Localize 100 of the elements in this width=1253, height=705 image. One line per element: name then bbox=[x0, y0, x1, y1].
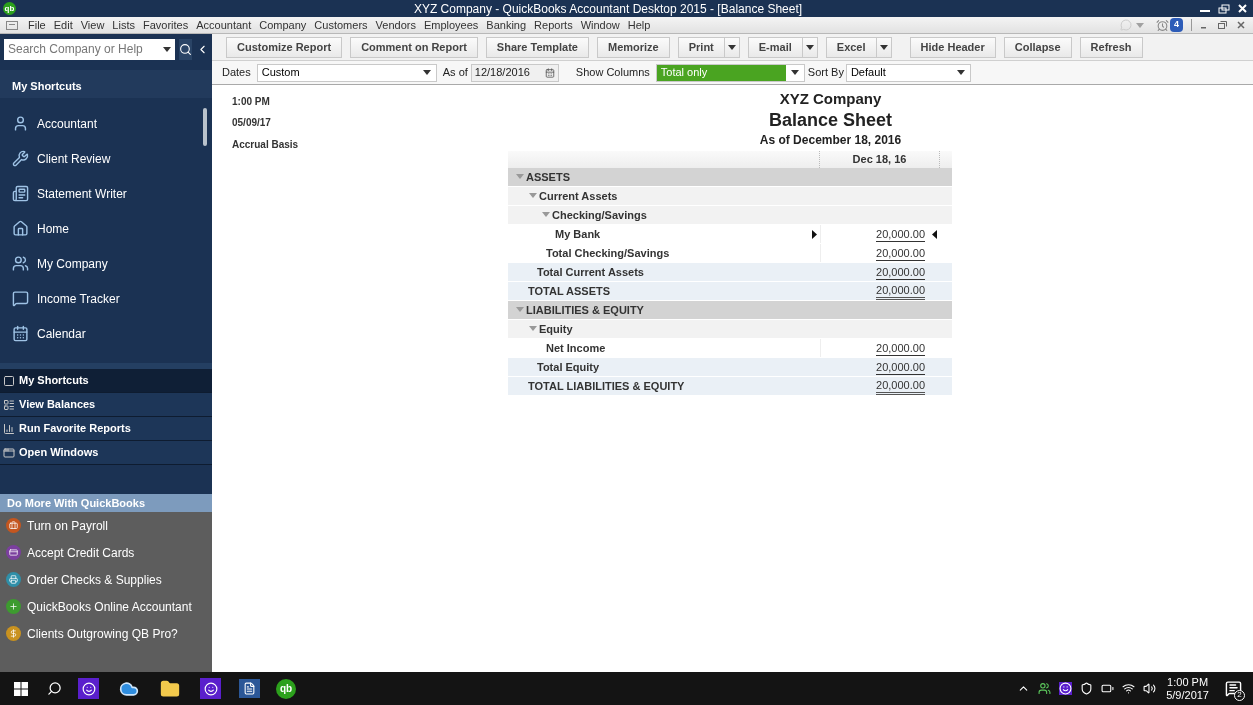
report-row[interactable]: Equity bbox=[508, 320, 952, 339]
shield-icon[interactable] bbox=[1080, 682, 1094, 695]
battery-icon[interactable] bbox=[1101, 682, 1115, 695]
expanded-triangle-icon[interactable] bbox=[529, 326, 537, 332]
menu-item[interactable]: Company bbox=[255, 16, 311, 34]
wifi-icon[interactable] bbox=[1122, 682, 1136, 695]
shortcut-item[interactable]: Calendar bbox=[0, 316, 203, 351]
report-row[interactable]: LIABILITIES & EQUITY bbox=[508, 301, 952, 320]
menu-item[interactable]: Employees bbox=[419, 16, 483, 34]
messenger-icon[interactable] bbox=[200, 678, 221, 699]
amount-cell: 20,000.00 bbox=[876, 245, 925, 261]
toolbar-button[interactable]: Share Template bbox=[485, 36, 589, 58]
show-columns-label: Show Columns bbox=[575, 65, 650, 81]
promo-item[interactable]: Order Checks & Supplies bbox=[0, 566, 212, 593]
expanded-triangle-icon[interactable] bbox=[529, 193, 537, 199]
menu-item[interactable]: Accountant bbox=[192, 16, 256, 34]
folder-icon[interactable] bbox=[160, 678, 180, 699]
system-menu-icon[interactable] bbox=[6, 20, 18, 30]
smiley-icon[interactable] bbox=[1059, 682, 1073, 695]
menu-item[interactable]: Favorites bbox=[139, 16, 193, 34]
row-label: Checking/Savings bbox=[552, 207, 648, 223]
shortcut-item[interactable]: My Company bbox=[0, 246, 203, 281]
menu-item[interactable]: Customers bbox=[310, 16, 372, 34]
caret-icon bbox=[727, 44, 736, 50]
as-of-label: As of bbox=[442, 65, 468, 81]
app-logo: qb bbox=[3, 2, 16, 15]
dates-dropdown[interactable]: Custom bbox=[256, 63, 437, 82]
pointer-left-icon bbox=[932, 229, 937, 239]
menu-item[interactable]: Reports bbox=[530, 16, 577, 34]
toolbar-button[interactable]: Refresh bbox=[1079, 36, 1143, 58]
toolbar-button[interactable]: E-mail bbox=[747, 36, 803, 58]
amount-cell: 20,000.00 bbox=[876, 359, 925, 375]
date-field[interactable]: 12/18/2016 bbox=[470, 63, 559, 82]
report-row[interactable]: ASSETS bbox=[508, 168, 952, 187]
shortcut-item[interactable]: Statement Writer bbox=[0, 176, 203, 211]
search-field[interactable]: Search Company or Help bbox=[4, 38, 175, 60]
row-label: ASSETS bbox=[526, 169, 571, 185]
clock-time[interactable]: 1:00 PM bbox=[1167, 675, 1209, 689]
clock-date[interactable]: 5/9/2017 bbox=[1166, 688, 1209, 702]
shortcut-item[interactable]: Income Tracker bbox=[0, 281, 203, 316]
caret-icon bbox=[422, 70, 431, 75]
toolbar-button[interactable]: Customize Report bbox=[226, 36, 343, 58]
expanded-triangle-icon[interactable] bbox=[542, 212, 550, 218]
toolbar-button[interactable]: Hide Header bbox=[909, 36, 996, 58]
toolbar-button[interactable]: Excel bbox=[825, 36, 877, 58]
report-row[interactable]: Total Equity 20,000.00 bbox=[508, 358, 952, 377]
menu-item[interactable]: Banking bbox=[482, 16, 531, 34]
document-icon[interactable] bbox=[239, 679, 260, 698]
shortcut-item[interactable]: Accountant bbox=[0, 106, 203, 141]
reminder-badge[interactable]: 4 bbox=[1170, 18, 1183, 32]
promo-item[interactable]: Accept Credit Cards bbox=[0, 539, 212, 566]
promo-item[interactable]: Turn on Payroll bbox=[0, 512, 212, 539]
report-row[interactable]: Total Current Assets 20,000.00 bbox=[508, 263, 952, 282]
notification-icon[interactable]: 2 bbox=[1225, 679, 1243, 698]
toolbar-button[interactable]: Collapse bbox=[1003, 36, 1072, 58]
toolbar-button[interactable]: Comment on Report bbox=[350, 36, 478, 58]
nav-tab[interactable]: My Shortcuts bbox=[0, 369, 212, 393]
people-icon[interactable] bbox=[1038, 682, 1052, 695]
promo-item[interactable]: Clients Outgrowing QB Pro? bbox=[0, 620, 212, 647]
report-row[interactable]: TOTAL LIABILITIES & EQUITY 20,000.00 bbox=[508, 377, 952, 396]
amount-cell: 20,000.00 bbox=[876, 226, 925, 242]
messenger-icon[interactable] bbox=[78, 678, 99, 699]
report-time: 1:00 PM bbox=[232, 95, 271, 109]
row-label: Net Income bbox=[546, 340, 607, 356]
nav-tab[interactable]: Open Windows bbox=[0, 441, 212, 465]
report-row[interactable]: Current Assets bbox=[508, 187, 952, 206]
menu-item[interactable]: View bbox=[76, 16, 109, 34]
menu-item[interactable]: Vendors bbox=[371, 16, 420, 34]
restore-icon[interactable] bbox=[1218, 3, 1230, 14]
shortcut-item[interactable]: Home bbox=[0, 211, 203, 246]
search-icon[interactable] bbox=[47, 681, 62, 696]
scrollbar-thumb[interactable] bbox=[203, 108, 207, 146]
menu-item[interactable]: Lists bbox=[108, 16, 139, 34]
dates-label: Dates bbox=[222, 65, 251, 81]
search-button[interactable] bbox=[179, 38, 192, 60]
menu-item[interactable]: Help bbox=[623, 16, 655, 34]
promo-item[interactable]: QuickBooks Online Accountant bbox=[0, 593, 212, 620]
sort-dropdown[interactable]: Default bbox=[845, 63, 971, 82]
menu-item[interactable]: Window bbox=[576, 16, 624, 34]
restore-icon[interactable] bbox=[1218, 21, 1227, 29]
toolbar-button[interactable]: Print bbox=[677, 36, 725, 58]
alarm-clock-icon[interactable] bbox=[1156, 18, 1169, 32]
calendar-icon[interactable] bbox=[544, 67, 555, 78]
report-title: Balance Sheet bbox=[767, 109, 893, 131]
nav-tab[interactable]: Run Favorite Reports bbox=[0, 417, 212, 441]
speaker-icon[interactable] bbox=[1143, 682, 1157, 695]
toolbar-button[interactable]: Memorize bbox=[596, 36, 670, 58]
caret-icon bbox=[1136, 22, 1144, 28]
shortcut-item[interactable]: Client Review bbox=[0, 141, 203, 176]
caret-icon bbox=[805, 44, 814, 50]
windows-start-icon[interactable] bbox=[14, 681, 28, 696]
report-row[interactable]: Checking/Savings bbox=[508, 206, 952, 225]
pointer-right-icon bbox=[812, 229, 817, 239]
menu-item[interactable]: Edit bbox=[49, 16, 77, 34]
menu-item[interactable]: File bbox=[24, 16, 50, 34]
report-row[interactable]: TOTAL ASSETS 20,000.00 bbox=[508, 282, 952, 301]
column-header: Dec 18, 16 bbox=[852, 152, 907, 168]
row-label: Total Checking/Savings bbox=[546, 245, 671, 261]
people-icon bbox=[12, 255, 29, 272]
nav-tab[interactable]: View Balances bbox=[0, 393, 212, 417]
